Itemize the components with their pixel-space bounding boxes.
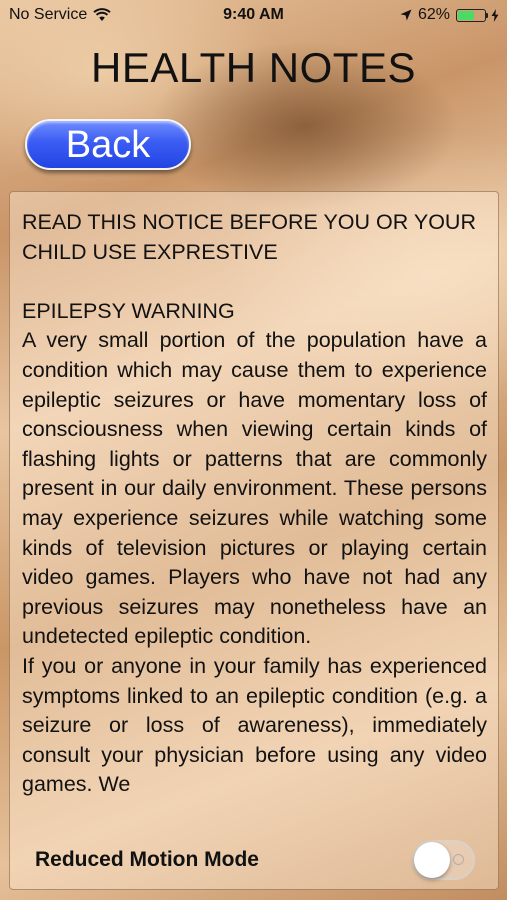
status-bar: No Service 9:40 AM 62% (0, 0, 507, 32)
page-title: HEALTH NOTES (91, 44, 416, 91)
reduced-motion-toggle[interactable] (412, 840, 475, 880)
battery-cap (486, 12, 488, 18)
reduced-motion-row: Reduced Motion Mode (10, 828, 498, 890)
toggle-off-indicator (453, 854, 464, 865)
battery-icon (456, 8, 486, 22)
battery-level-fill (458, 10, 474, 20)
charging-bolt-icon (491, 8, 499, 22)
battery-percent: 62% (417, 6, 450, 23)
notice-scroll-area[interactable]: READ THIS NOTICE BEFORE YOU OR YOUR CHIL… (22, 208, 487, 818)
notice-paragraph-1: A very small portion of the population h… (22, 328, 487, 649)
location-arrow-icon (400, 9, 412, 21)
back-button[interactable]: Back (25, 119, 191, 170)
notice-heading: READ THIS NOTICE BEFORE YOU OR YOUR CHIL… (22, 210, 476, 264)
reduced-motion-label: Reduced Motion Mode (35, 848, 259, 871)
notice-paragraph-2: If you or anyone in your family has expe… (22, 653, 487, 797)
toggle-knob (414, 842, 450, 878)
warning-title: EPILEPSY WARNING (22, 298, 235, 323)
health-notice-panel: READ THIS NOTICE BEFORE YOU OR YOUR CHIL… (9, 191, 499, 890)
status-right: 62% (400, 6, 499, 24)
